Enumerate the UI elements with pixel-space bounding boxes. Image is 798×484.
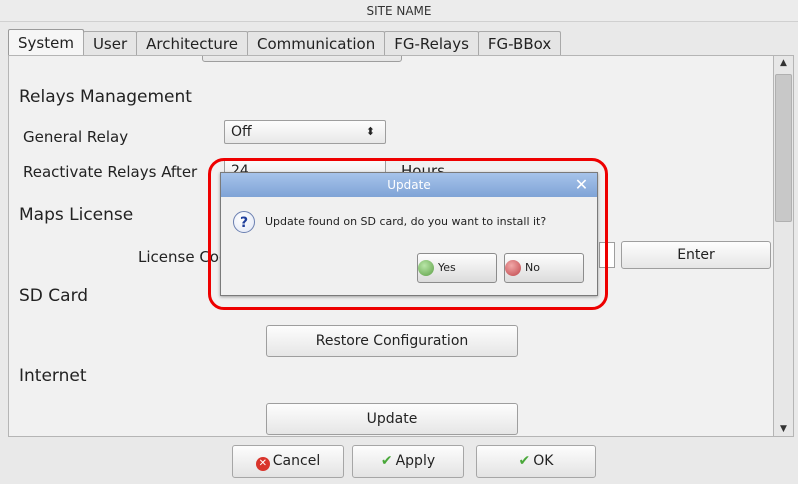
scrolled-off-button[interactable] [202, 56, 402, 62]
tab-fg-relays[interactable]: FG-Relays [384, 31, 479, 56]
apply-check-icon: ✔ [380, 453, 393, 469]
enter-button[interactable]: Enter [621, 241, 771, 269]
window-title: SITE NAME [0, 0, 798, 22]
maps-section-title: Maps License [19, 205, 134, 225]
annotation-highlight [208, 158, 608, 310]
tab-bar: System User Architecture Communication F… [8, 29, 562, 56]
scrolled-off-text: ‾ [21, 55, 27, 64]
sd-card-section-title: SD Card [19, 286, 89, 306]
general-relay-select[interactable]: Off ⬍ [224, 120, 386, 144]
general-relay-value: Off [231, 124, 252, 140]
cancel-icon: ✕ [255, 457, 270, 471]
scroll-down-icon[interactable]: ▼ [773, 424, 794, 434]
restore-configuration-button[interactable]: Restore Configuration [266, 325, 518, 357]
tab-architecture[interactable]: Architecture [136, 31, 248, 56]
cancel-button[interactable]: ✕ Cancel [232, 445, 344, 478]
tab-user[interactable]: User [82, 31, 138, 56]
update-button[interactable]: Update [266, 403, 518, 435]
apply-button[interactable]: ✔ Apply [352, 445, 464, 478]
cancel-label: Cancel [272, 453, 321, 469]
ok-check-icon: ✔ [518, 453, 531, 469]
tab-communication[interactable]: Communication [246, 31, 386, 56]
internet-section-title: Internet [19, 366, 87, 386]
ok-label: OK [533, 453, 554, 469]
tab-fg-bbox[interactable]: FG-BBox [477, 31, 562, 56]
ok-button[interactable]: ✔ OK [476, 445, 596, 478]
reactivate-label: Reactivate Relays After [23, 163, 198, 181]
tab-system[interactable]: System [8, 29, 84, 56]
general-relay-label: General Relay [23, 128, 129, 146]
scrollbar-thumb[interactable] [775, 74, 792, 222]
updown-icon: ⬍ [365, 125, 375, 138]
apply-label: Apply [395, 453, 436, 469]
scroll-up-icon[interactable]: ▲ [773, 58, 794, 68]
relays-section-title: Relays Management [19, 87, 192, 107]
